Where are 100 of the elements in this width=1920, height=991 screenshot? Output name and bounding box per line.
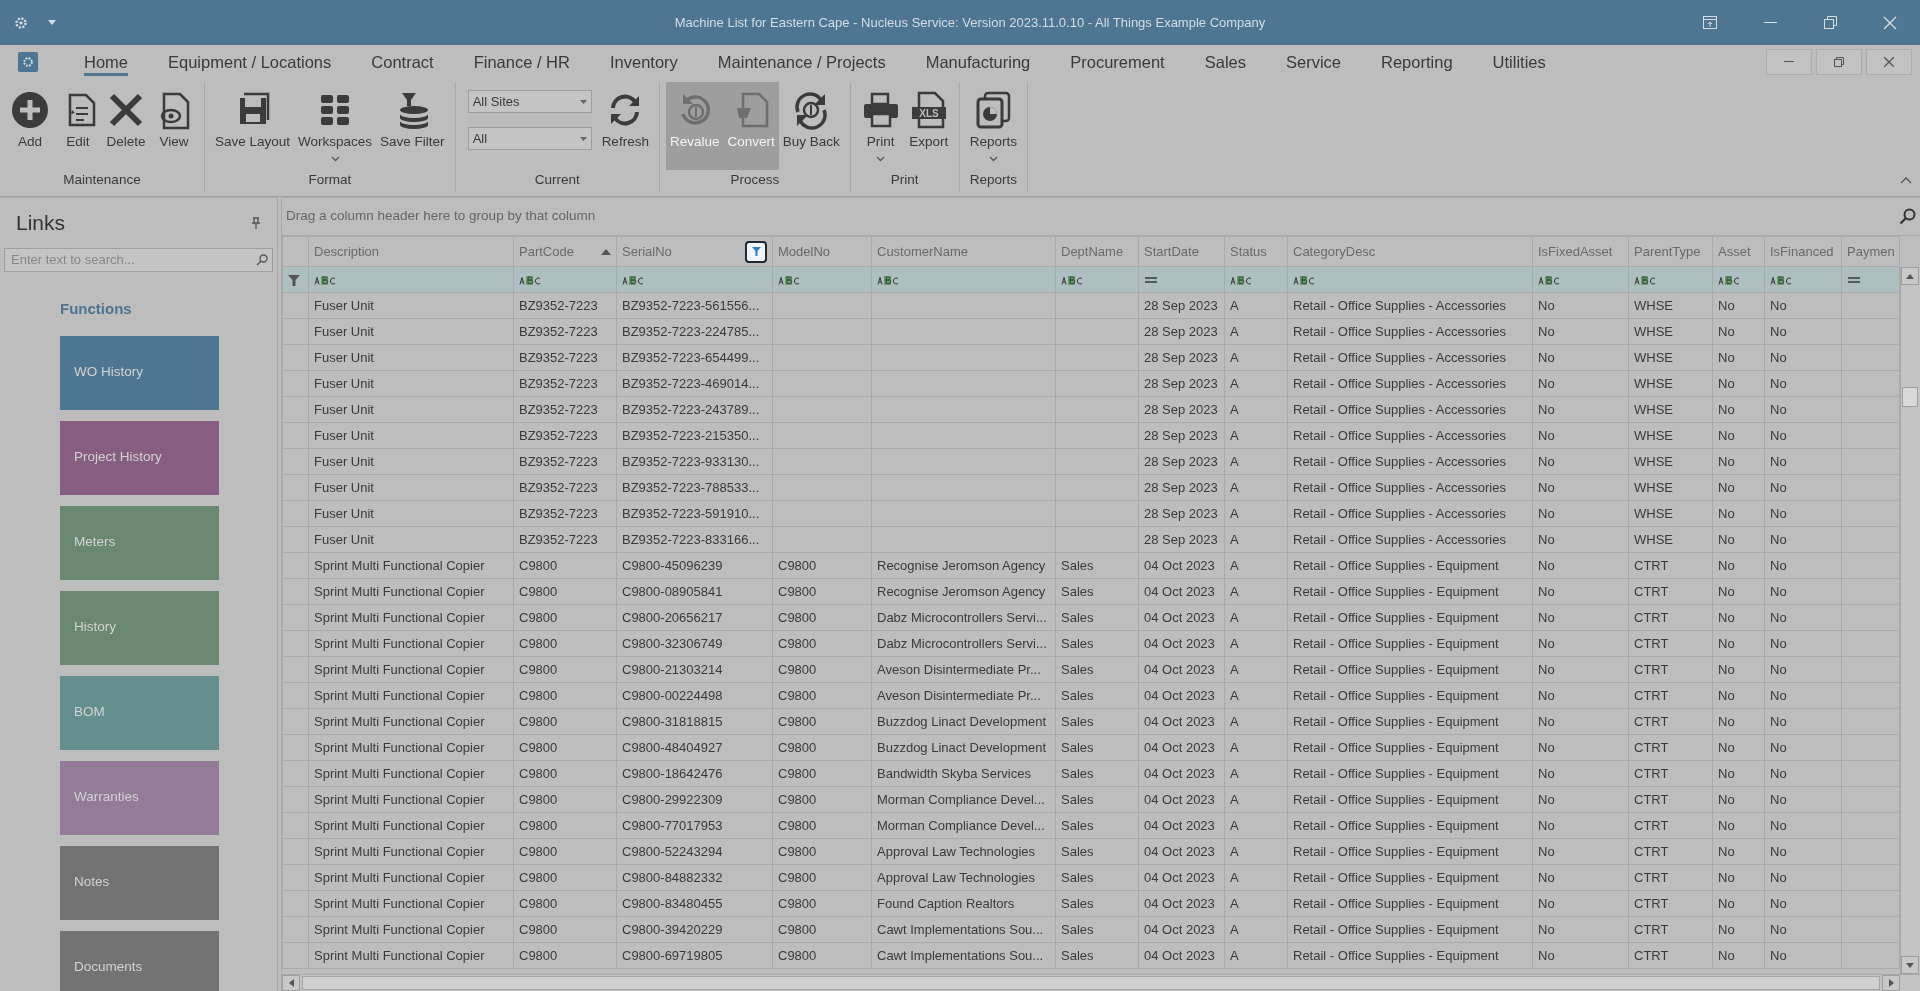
ribbon-button[interactable]: Buy Back: [778, 82, 844, 170]
caret-icon: [579, 136, 587, 141]
vertical-scrollbar[interactable]: [1900, 267, 1920, 974]
table-cell: C9800: [772, 578, 872, 605]
table-cell: No: [1532, 344, 1629, 371]
ribbon-button[interactable]: Add: [6, 82, 54, 170]
menu-tab[interactable]: Sales: [1184, 45, 1266, 78]
ribbon-button[interactable]: Save Layout: [211, 82, 295, 170]
ribbon-button[interactable]: XLS Export: [904, 82, 953, 170]
ribbon-button[interactable]: Print: [856, 82, 905, 170]
arrow-right-icon: [1888, 979, 1894, 987]
ribbon-button[interactable]: Save Filter: [376, 82, 449, 170]
table-cell: A: [1224, 474, 1288, 501]
table-cell: No: [1532, 760, 1629, 787]
table-cell: Retail - Office Supplies - Accessories: [1287, 500, 1533, 527]
table-cell: Sales: [1055, 838, 1139, 865]
table-cell: No: [1532, 396, 1629, 423]
table-cell: Dabz Microcontrollers Servi...: [871, 604, 1056, 631]
table-cell: WHSE: [1628, 526, 1713, 553]
horizontal-scrollbar[interactable]: [282, 974, 1920, 991]
table-cell: Sprint Multi Functional Copier: [308, 734, 514, 761]
ribbon-button[interactable]: Reports: [965, 82, 1022, 170]
table-cell: Cawt Implementations Sou...: [871, 942, 1056, 969]
link-tile[interactable]: WO History: [60, 335, 219, 410]
table-cell: No: [1532, 630, 1629, 657]
ribbon-button[interactable]: Refresh: [597, 82, 653, 170]
filter-button[interactable]: [745, 240, 767, 263]
table-cell: A: [1224, 292, 1288, 319]
menu-tab[interactable]: Procurement: [1050, 45, 1185, 78]
close-button[interactable]: [1866, 48, 1912, 75]
search-field[interactable]: Enter text to search...: [9, 249, 256, 271]
menu-tab[interactable]: Manufacturing: [905, 45, 1051, 78]
table-cell: 28 Sep 2023: [1138, 396, 1225, 423]
table-cell: 04 Oct 2023: [1138, 708, 1225, 735]
table-cell: BZ9352-7223-591910...: [616, 500, 773, 527]
table-cell: WHSE: [1628, 396, 1713, 423]
table-cell: No: [1712, 682, 1765, 709]
ribbon-button[interactable]: Delete: [102, 82, 150, 170]
table-cell: A: [1224, 812, 1288, 839]
table-cell: Bandwidth Skyba Services: [871, 760, 1056, 787]
search-icon[interactable]: [1899, 208, 1916, 225]
table-cell: A: [1224, 578, 1288, 605]
table-cell: CTRT: [1628, 708, 1713, 735]
menu-tab[interactable]: Equipment / Locations: [148, 45, 352, 78]
ribbon-button[interactable]: Workspaces: [294, 82, 377, 170]
table-cell: No: [1764, 838, 1842, 865]
table-cell: CTRT: [1628, 890, 1713, 917]
scroll-up-button[interactable]: [1901, 267, 1919, 285]
pin-icon[interactable]: [251, 217, 261, 229]
restore-button[interactable]: [1816, 48, 1862, 75]
scroll-down-button[interactable]: [1901, 956, 1919, 974]
table-cell: No: [1532, 786, 1629, 813]
table-cell: C9800: [513, 630, 617, 657]
table-cell: WHSE: [1628, 474, 1713, 501]
table-cell: No: [1532, 578, 1629, 605]
search-box[interactable]: Enter text to search...: [4, 248, 273, 272]
collapse-icon[interactable]: [1900, 177, 1912, 184]
table-cell: Sprint Multi Functional Copier: [308, 942, 514, 969]
menu-tab[interactable]: Reporting: [1361, 45, 1473, 78]
menu-tab[interactable]: Service: [1266, 45, 1361, 78]
table-cell: A: [1224, 604, 1288, 631]
caret-icon: [579, 99, 587, 104]
table-cell: No: [1532, 318, 1629, 345]
menu-tab[interactable]: Inventory: [589, 45, 698, 78]
table-cell: No: [1712, 708, 1765, 735]
abc-icon: [1770, 275, 1792, 285]
link-tile[interactable]: Documents: [60, 930, 219, 991]
table-cell: Sprint Multi Functional Copier: [308, 812, 514, 839]
dropdown[interactable]: All: [467, 127, 592, 150]
menu-tab[interactable]: Home: [64, 45, 148, 78]
table-cell: CTRT: [1628, 916, 1713, 943]
ribbon-button[interactable]: View: [150, 82, 198, 170]
table-cell: A: [1224, 526, 1288, 553]
menu-tab[interactable]: Utilities: [1472, 45, 1566, 78]
table-cell: 04 Oct 2023: [1138, 942, 1225, 969]
menu-tab[interactable]: Maintenance / Projects: [697, 45, 906, 78]
table-cell: No: [1712, 838, 1765, 865]
table-cell: C9800: [772, 838, 872, 865]
table-cell: BZ9352-7223: [513, 318, 617, 345]
scroll-thumb[interactable]: [302, 976, 1880, 990]
table-cell: WHSE: [1628, 318, 1713, 345]
link-tile[interactable]: Project History: [60, 420, 219, 495]
gear-icon: [14, 15, 28, 30]
link-tile[interactable]: Notes: [60, 845, 219, 920]
window-title: Machine List for Eastern Cape - Nucleus Service: Version 2023.11.0.10 - All Things Example Company: [673, 13, 1267, 32]
scroll-right-button[interactable]: [1882, 975, 1900, 991]
dropdown[interactable]: All Sites: [467, 90, 592, 113]
table-cell: Sprint Multi Functional Copier: [308, 630, 514, 657]
table-cell: No: [1532, 708, 1629, 735]
menu-tab[interactable]: Contract: [351, 45, 454, 78]
table-cell: A: [1224, 734, 1288, 761]
app-menu-button[interactable]: [18, 51, 38, 72]
table-cell: Found Caption Realtors: [871, 890, 1056, 917]
scroll-left-button[interactable]: [282, 975, 300, 991]
table-cell: Dabz Microcontrollers Servi...: [871, 630, 1056, 657]
ribbon-button[interactable]: Edit: [54, 82, 102, 170]
table-cell: No: [1712, 396, 1765, 423]
scroll-thumb[interactable]: [1902, 387, 1918, 407]
menu-tab[interactable]: Finance / HR: [453, 45, 590, 78]
table-cell: No: [1764, 318, 1842, 345]
